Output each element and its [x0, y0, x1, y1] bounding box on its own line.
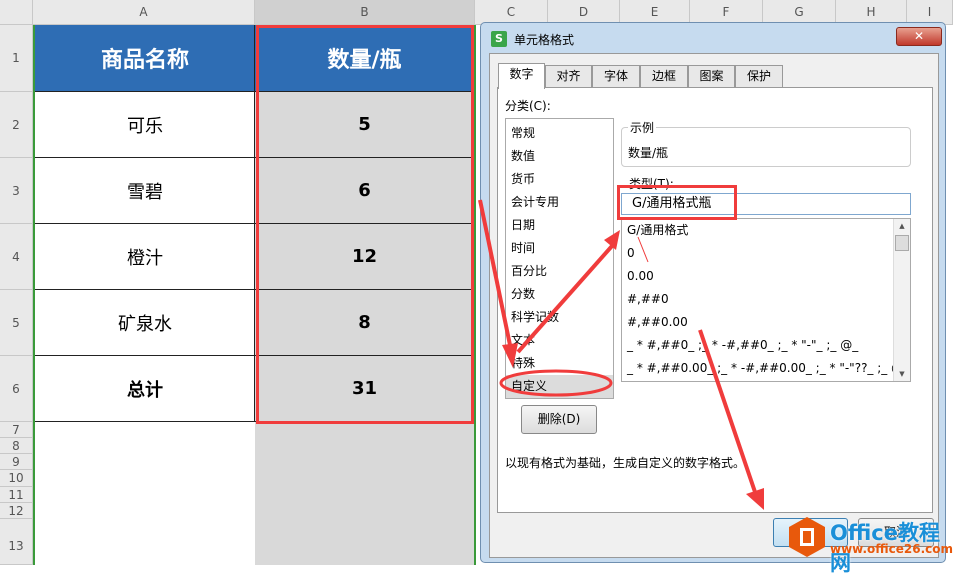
annotation-arrows: [478, 199, 764, 510]
watermark-url: www.office26.com: [830, 542, 953, 556]
arrow-icon: [516, 230, 620, 354]
arrow-icon: [478, 199, 518, 368]
tab-number[interactable]: 数字: [498, 63, 545, 89]
highlight-custom-ellipse: [499, 369, 613, 397]
pointer-line: [637, 236, 649, 263]
arrow-icon: [698, 329, 764, 510]
